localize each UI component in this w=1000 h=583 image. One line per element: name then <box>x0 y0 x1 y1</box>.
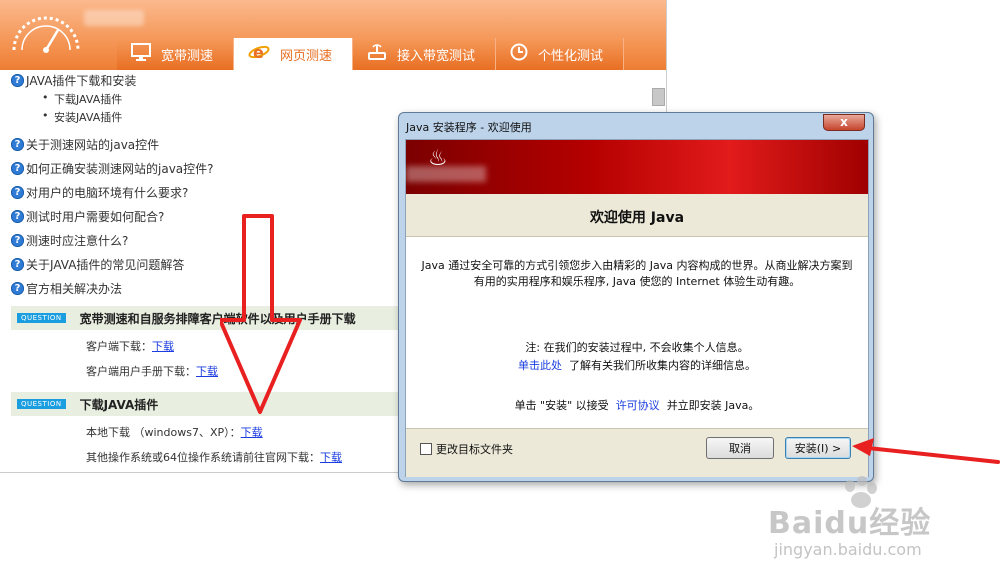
close-button[interactable]: x <box>823 114 865 131</box>
question-icon: ? <box>11 74 24 87</box>
faq-item[interactable]: ? 测试时用户需要如何配合? <box>11 208 164 225</box>
clock-icon <box>510 43 528 65</box>
question-icon: ? <box>11 186 24 199</box>
details-row: 单击此处 了解有关我们所收集内容的详细信息。 <box>518 359 756 372</box>
dialog-title: Java 安装程序 - 欢迎使用 <box>406 121 532 134</box>
client-download-row: 客户端下载：下载 <box>86 340 174 353</box>
local-download-row: 本地下载 （windows7、XP）：下载 <box>86 426 263 439</box>
faq-item[interactable]: ? 如何正确安装测速网站的java控件? <box>11 160 214 177</box>
speedometer-icon <box>12 16 80 53</box>
checkbox-label: 更改目标文件夹 <box>436 443 513 456</box>
annotation-arrow-left <box>852 438 1000 464</box>
tab-web-speed[interactable]: e 网页测速 <box>234 38 354 70</box>
click-here-link[interactable]: 单击此处 <box>518 359 562 372</box>
faq-item[interactable]: ? 关于JAVA插件的常见问题解答 <box>11 256 184 273</box>
official-download-row: 其他操作系统或64位操作系统请前往官网下载：下载 <box>86 451 342 464</box>
baidu-watermark: Baidu经验 jingyan.baidu.com <box>768 476 958 576</box>
tab-access-bandwidth[interactable]: 接入带宽测试 <box>353 38 497 70</box>
section-title: 下载JAVA插件 <box>79 397 159 412</box>
manual-download-link[interactable]: 下载 <box>196 365 218 378</box>
welcome-heading: 欢迎使用 Java <box>589 210 685 226</box>
banner-blurred-text <box>406 166 486 182</box>
tab-custom-test[interactable]: 个性化测试 <box>496 38 625 70</box>
dialog-body: ♨ 欢迎使用 Java Java 通过安全可靠的方式引领您步入由精彩的 Java… <box>405 139 869 477</box>
faq-sub-download-java[interactable]: 下载JAVA插件 <box>42 91 122 107</box>
tab-label: 宽带测速 <box>161 48 214 64</box>
question-icon: ? <box>11 210 24 223</box>
question-icon: ? <box>11 162 24 175</box>
license-row: 单击 "安装" 以接受 许可协议 并立即安装 Java。 <box>514 399 760 412</box>
cancel-button[interactable]: 取消 <box>706 437 774 459</box>
question-icon: ? <box>11 234 24 247</box>
tab-bar: 宽带测速 e 网页测速 接入带宽测试 个性化测试 <box>117 38 625 70</box>
client-download-link[interactable]: 下载 <box>152 340 174 353</box>
official-download-link[interactable]: 下载 <box>320 451 342 464</box>
router-icon <box>367 43 387 65</box>
faq-item[interactable]: ? JAVA插件下载和安装 <box>11 72 136 89</box>
question-tag: QUESTION <box>17 313 66 323</box>
local-download-link[interactable]: 下载 <box>241 426 263 439</box>
tab-label: 接入带宽测试 <box>397 48 476 64</box>
annotation-arrow-down <box>220 214 302 414</box>
change-folder-checkbox[interactable]: 更改目标文件夹 <box>420 441 513 457</box>
watermark-logo: Baidu经验 <box>768 506 932 541</box>
faq-item[interactable]: ? 官方相关解决办法 <box>11 280 122 297</box>
ie-icon: e <box>248 42 270 66</box>
faq-sub-install-java[interactable]: 安装JAVA插件 <box>42 109 122 125</box>
java-banner: ♨ <box>406 140 868 194</box>
svg-text:e: e <box>253 43 264 62</box>
tab-label: 网页测速 <box>280 48 333 64</box>
section-title: 宽带测速和自服务排障客户端软件以及用户手册下载 <box>79 311 356 326</box>
checkbox-box[interactable] <box>420 443 432 455</box>
scrollbar-thumb[interactable] <box>652 88 665 106</box>
question-tag: QUESTION <box>17 399 66 409</box>
faq-item[interactable]: ? 关于测速网站的java控件 <box>11 136 159 153</box>
java-installer-dialog: Java 安装程序 - 欢迎使用 x ♨ 欢迎使用 Java Java 通过安全… <box>398 112 874 482</box>
install-button[interactable]: 安装(I) > <box>785 437 851 459</box>
section-bar-java-download: QUESTION 下载JAVA插件 <box>11 392 401 416</box>
intro-text: Java 通过安全可靠的方式引领您步入由精彩的 Java 内容构成的世界。从商业… <box>421 259 853 288</box>
site-header: 宽带测速 e 网页测速 接入带宽测试 个性化测试 <box>0 0 666 70</box>
dialog-header: 欢迎使用 Java <box>406 194 868 237</box>
section-bar-client-download: QUESTION 宽带测速和自服务排障客户端软件以及用户手册下载 <box>11 306 401 330</box>
manual-download-row: 客户端用户手册下载：下载 <box>86 365 218 378</box>
site-logo-blurred <box>84 10 144 26</box>
privacy-note: 注: 在我们的安装过程中, 不会收集个人信息。 <box>525 341 749 354</box>
faq-item[interactable]: ? 测速时应注意什么? <box>11 232 128 249</box>
tab-broadband-speed[interactable]: 宽带测速 <box>117 38 235 70</box>
monitor-icon <box>131 43 151 65</box>
question-icon: ? <box>11 282 24 295</box>
watermark-url: jingyan.baidu.com <box>774 540 922 559</box>
tab-label: 个性化测试 <box>538 48 604 64</box>
question-icon: ? <box>11 138 24 151</box>
question-icon: ? <box>11 258 24 271</box>
dialog-footer: 更改目标文件夹 取消 安装(I) > <box>406 428 868 477</box>
license-agreement-link[interactable]: 许可协议 <box>616 399 660 412</box>
faq-item[interactable]: ? 对用户的电脑环境有什么要求? <box>11 184 188 201</box>
